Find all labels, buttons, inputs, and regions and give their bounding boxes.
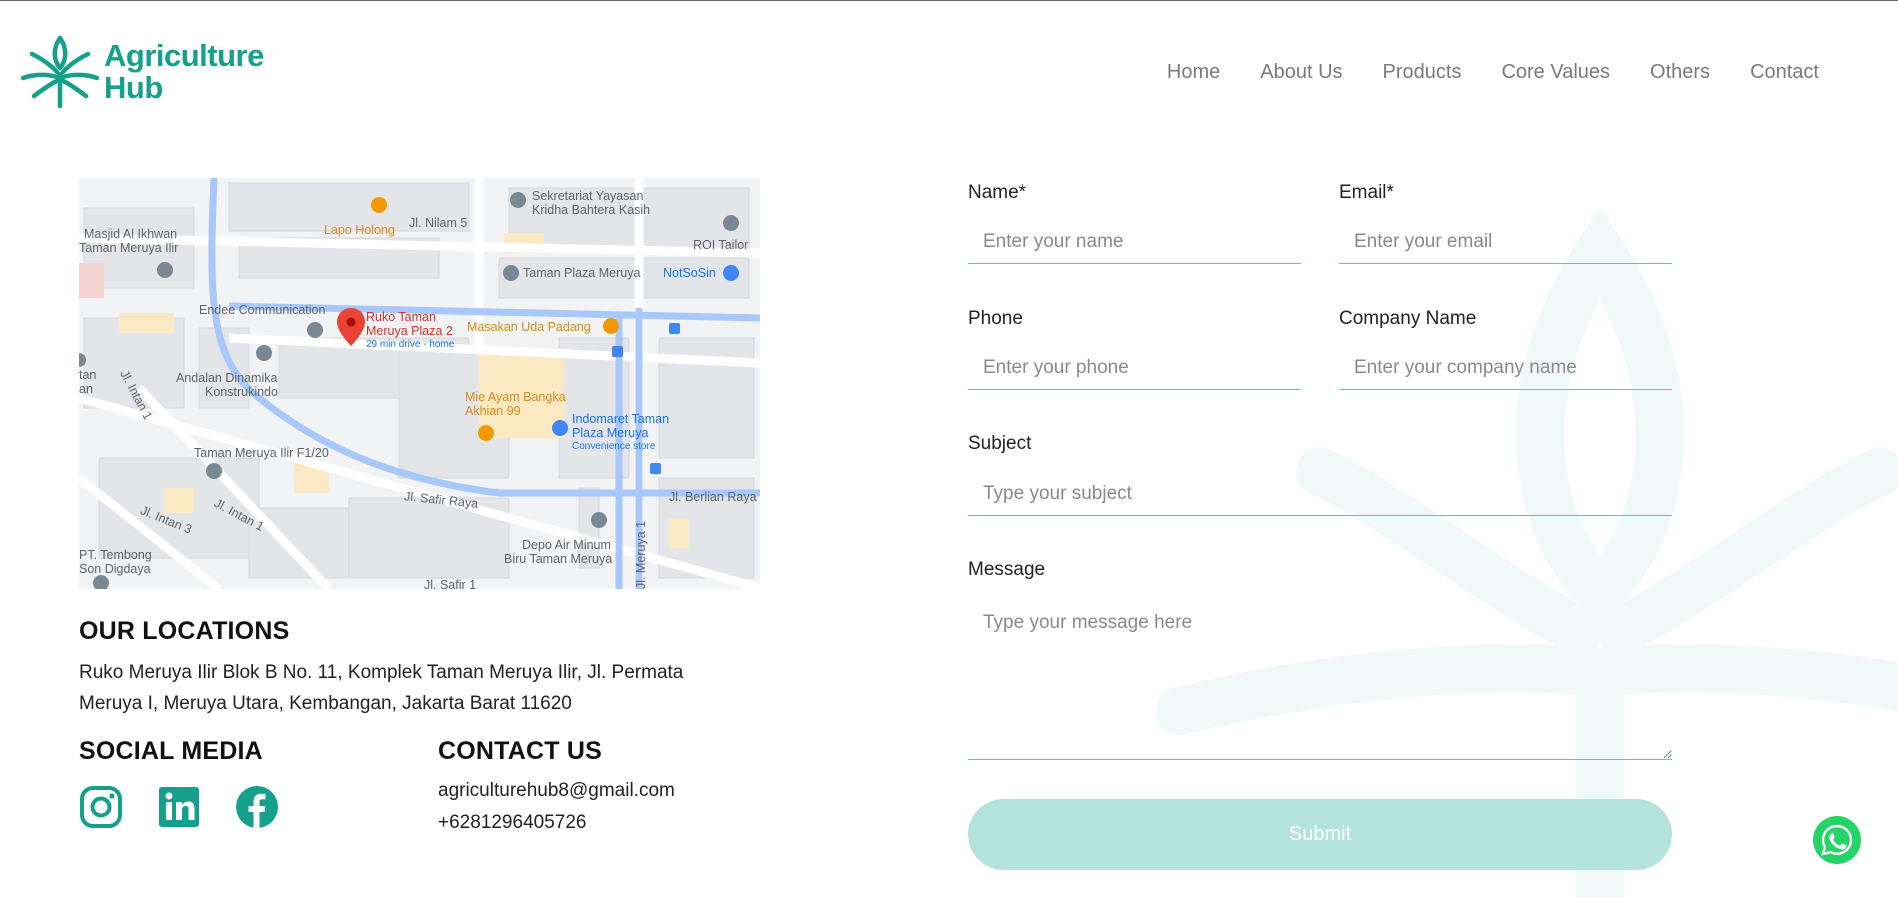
- map-label: Jl. Meruya 1: [634, 520, 649, 589]
- phone-input[interactable]: [968, 346, 1301, 390]
- whatsapp-button[interactable]: [1813, 816, 1861, 864]
- facebook-icon[interactable]: [235, 785, 279, 829]
- company-input[interactable]: [1339, 346, 1672, 390]
- map-label: NotSoSin: [663, 266, 716, 280]
- map-label: Biru Taman Meruya: [504, 552, 613, 566]
- subject-label: Subject: [968, 433, 1032, 454]
- map-label: Akhian 99: [465, 404, 521, 418]
- map-label: Mie Ayam Bangka: [465, 390, 566, 404]
- contact-phone[interactable]: +6281296405726: [438, 812, 586, 834]
- map-label: Kridha Bahtera Kasih: [532, 203, 651, 217]
- address: Ruko Meruya Ilir Blok B No. 11, Komplek …: [79, 657, 739, 719]
- whatsapp-icon: [1821, 824, 1853, 856]
- map-label: Masakan Uda Padang: [467, 320, 591, 334]
- social-links: [79, 785, 313, 829]
- map-label: Endee Communication: [199, 303, 326, 317]
- contact-email[interactable]: agriculturehub8@gmail.com: [438, 780, 675, 802]
- address-line2: Meruya I, Meruya Utara, Kembangan, Jakar…: [79, 693, 572, 714]
- nav-contact[interactable]: Contact: [1750, 61, 1819, 84]
- submit-button[interactable]: Submit: [968, 799, 1672, 870]
- nav-core-values[interactable]: Core Values: [1501, 61, 1610, 84]
- nav-others[interactable]: Others: [1650, 61, 1710, 84]
- phone-label: Phone: [968, 308, 1023, 329]
- contact-heading: CONTACT US: [438, 737, 603, 765]
- map-label: Taman Meruya Ilir F1/20: [194, 446, 329, 460]
- nav-about-us[interactable]: About Us: [1260, 61, 1342, 84]
- map-label: Jl. Berlian Raya: [669, 490, 757, 504]
- map-label: Lapo Holong: [324, 223, 395, 237]
- location-map[interactable]: Masjid Al Ikhwan Taman Meruya Ilir Lapo …: [79, 178, 760, 589]
- map-label: an: [79, 382, 93, 396]
- linkedin-icon[interactable]: [157, 785, 201, 829]
- email-input[interactable]: [1339, 220, 1672, 264]
- map-label: Masjid Al Ikhwan: [84, 227, 178, 241]
- map-label: Plaza Meruya: [572, 426, 649, 440]
- message-textarea[interactable]: [968, 600, 1672, 760]
- map-label: Meruya Plaza 2: [366, 324, 453, 338]
- brand-name-line2: Hub: [104, 70, 163, 105]
- background-leaf-decoration: [1156, 211, 1898, 897]
- map-label: Convenience store: [572, 441, 656, 452]
- name-input[interactable]: [968, 220, 1301, 264]
- email-label: Email*: [1339, 182, 1394, 203]
- company-label: Company Name: [1339, 308, 1477, 329]
- map-label: Andalan Dinamika: [176, 371, 278, 385]
- subject-input[interactable]: [968, 472, 1672, 516]
- map-label: Jl. Nilam 5: [409, 216, 468, 230]
- map-label: Taman Plaza Meruya: [523, 266, 641, 280]
- instagram-icon[interactable]: [79, 785, 123, 829]
- nav-home[interactable]: Home: [1167, 61, 1220, 84]
- name-label: Name*: [968, 182, 1027, 203]
- social-heading: SOCIAL MEDIA: [79, 737, 263, 765]
- map-label: Konstrukindo: [205, 385, 278, 399]
- message-label: Message: [968, 559, 1046, 580]
- map-label: Jl. Safir 1: [424, 578, 477, 589]
- map-label: Sekretariat Yayasan: [532, 189, 644, 203]
- map-label: 29 min drive - home: [366, 339, 455, 350]
- map-label: tan: [79, 368, 97, 382]
- map-label: Indomaret Taman: [572, 412, 670, 426]
- brand-name-line1: Agriculture: [104, 38, 264, 73]
- nav-products[interactable]: Products: [1383, 61, 1462, 84]
- main-nav: Home About Us Products Core Values Other…: [1127, 61, 1819, 84]
- map-label: Son Digdaya: [79, 562, 151, 576]
- map-label: ROI Tailor: [693, 238, 749, 252]
- address-line1: Ruko Meruya Ilir Blok B No. 11, Komplek …: [79, 662, 684, 683]
- map-label: Ruko Taman: [366, 310, 436, 324]
- map-label: PT. Tembong: [79, 548, 152, 562]
- brand-logo[interactable]: Agriculture Hub: [20, 34, 264, 110]
- map-label: Taman Meruya Ilir: [79, 241, 179, 255]
- map-label: Depo Air Minum: [522, 538, 611, 552]
- locations-heading: OUR LOCATIONS: [79, 617, 290, 645]
- leaf-logo-icon: [20, 35, 100, 109]
